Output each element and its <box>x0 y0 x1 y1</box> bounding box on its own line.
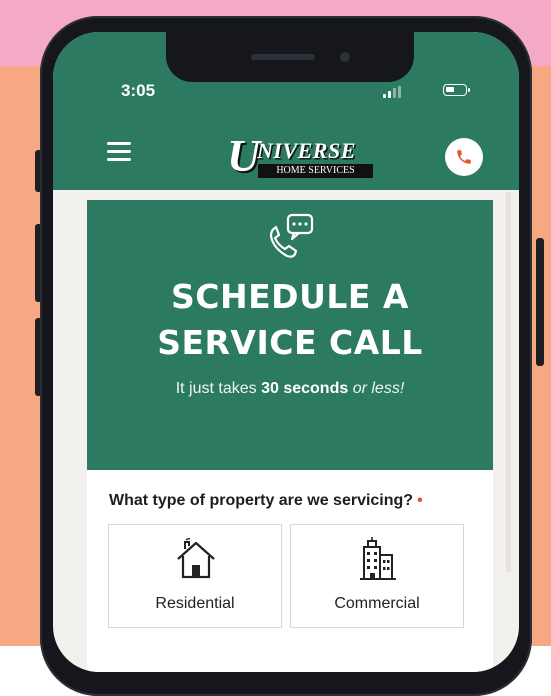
residential-option[interactable]: Residential <box>108 524 282 628</box>
app-header: 3:05 HOME SERVICES U NIVERSE <box>53 32 519 190</box>
commercial-option[interactable]: Commercial <box>290 524 464 628</box>
schedule-card: SCHEDULE A SERVICE CALL It just takes 30… <box>87 200 493 672</box>
hero-title-line2: SERVICE CALL <box>157 323 423 362</box>
scrollbar[interactable] <box>506 192 511 572</box>
building-icon <box>360 537 396 580</box>
logo-name: NIVERSE <box>257 138 356 163</box>
power-button <box>536 238 544 366</box>
hero-subtitle-prefix: It just takes <box>175 380 262 397</box>
hero-banner: SCHEDULE A SERVICE CALL It just takes 30… <box>87 200 493 470</box>
phone-icon <box>457 150 471 164</box>
house-icon <box>177 537 215 579</box>
call-button[interactable] <box>445 138 483 176</box>
hamburger-menu-icon[interactable] <box>107 142 131 162</box>
hero-title-line1: SCHEDULE A <box>171 277 409 316</box>
phone-notch <box>166 32 414 82</box>
front-camera <box>340 52 350 62</box>
commercial-label: Commercial <box>334 595 420 612</box>
speaker-grille <box>251 54 315 60</box>
question-label: What type of property are we servicing? <box>109 492 414 509</box>
required-marker: • <box>417 492 423 509</box>
phone-screen: 3:05 HOME SERVICES U NIVERSE SCHEDULE A … <box>53 32 519 672</box>
hero-subtitle-bold: 30 seconds <box>261 380 349 397</box>
residential-label: Residential <box>155 595 235 612</box>
signal-icon <box>383 86 405 98</box>
hero-title: SCHEDULE A SERVICE CALL <box>87 274 493 366</box>
logo-subtitle: HOME SERVICES <box>258 164 373 178</box>
hero-subtitle: It just takes 30 seconds or less! <box>87 380 493 398</box>
logo-initial: U <box>227 130 261 181</box>
status-time: 3:05 <box>121 81 156 100</box>
universe-logo[interactable]: HOME SERVICES U NIVERSE <box>227 130 375 181</box>
phone-chat-icon <box>269 213 314 258</box>
property-type-question: What type of property are we servicing? • <box>109 492 423 510</box>
battery-icon <box>443 84 470 96</box>
hero-subtitle-italic: or less! <box>352 380 405 397</box>
